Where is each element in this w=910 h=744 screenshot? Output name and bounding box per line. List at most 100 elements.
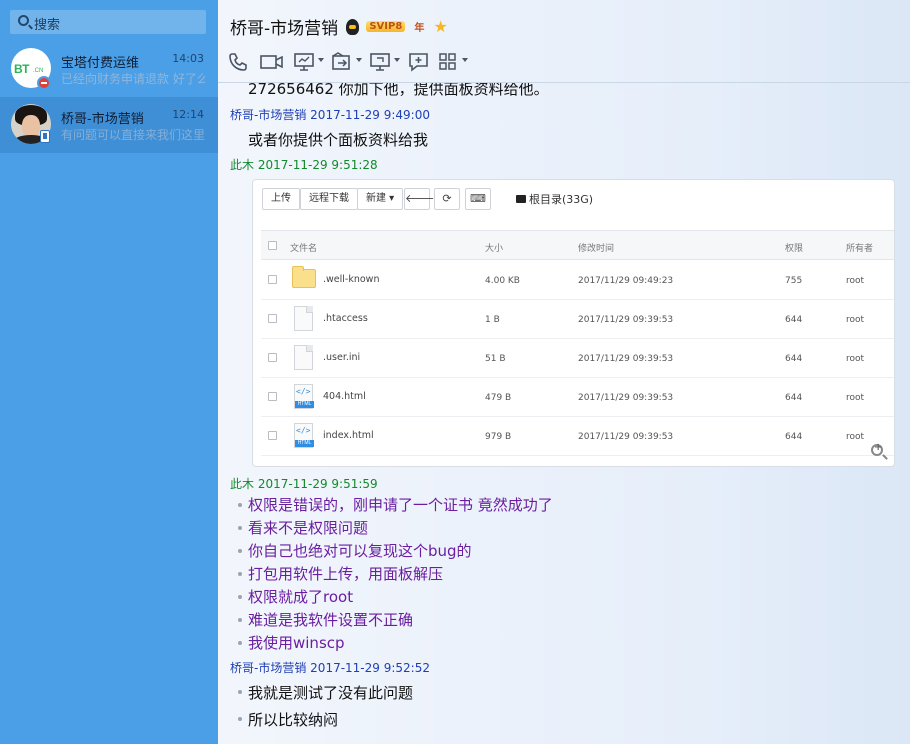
column-header: 文件名 [290, 244, 318, 254]
file-icon [294, 306, 313, 331]
add-message-icon[interactable] [408, 50, 430, 74]
star-icon: ★ [433, 17, 448, 36]
sender-name[interactable]: 此木 [230, 158, 254, 172]
screen-share-icon[interactable] [294, 50, 324, 74]
row-checkbox [268, 431, 277, 440]
back-icon: 🡐 [404, 188, 435, 210]
file-size: 979 B [485, 432, 512, 442]
file-permission: 644 [785, 432, 803, 442]
chevron-down-icon [318, 58, 324, 62]
transfer-icon[interactable] [332, 50, 362, 74]
apps-grid-icon[interactable] [438, 50, 468, 74]
mobile-online-icon [40, 130, 50, 143]
file-mtime: 2017/11/29 09:39:53 [578, 393, 674, 403]
sender-name[interactable]: 桥哥-市场营销 [230, 108, 306, 122]
message-text: 272656462 你加下他，提供面板资料给他。 [248, 82, 549, 98]
image-attachment[interactable]: 上传 远程下载 新建 ▾ 🡐 ⟳ ⌨ 根目录(33G) 文件名 大小 修改时间 … [252, 179, 895, 467]
chat-header: 桥哥-市场营销 SVIP8 年 ★ [230, 14, 448, 39]
message-text: 我使用winscp [248, 634, 345, 652]
file-size: 1 B [485, 315, 500, 325]
conversation-name: 宝塔付费运维 [61, 56, 140, 71]
message-text: 打包用软件上传，用面板解压 [248, 565, 444, 583]
message-text: 所以比较纳闷 [248, 711, 339, 729]
file-permission: 644 [785, 393, 803, 403]
file-row: </> HTML index.html 979 B 2017/11/29 09:3… [261, 417, 894, 456]
file-name: 404.html [323, 391, 366, 402]
conversation-item[interactable]: BT .CN 宝塔付费运维 14:03 已经向财务申请退款 好了么 [0, 41, 218, 97]
row-checkbox [268, 275, 277, 284]
file-owner: root [846, 315, 865, 325]
sender-name[interactable]: 此木 [230, 477, 254, 491]
file-owner: root [846, 354, 865, 364]
message-text: 我就是测试了没有此问题 [248, 684, 414, 702]
zoom-in-icon[interactable] [871, 442, 883, 456]
file-owner: root [846, 393, 865, 403]
file-name: .well-known [323, 274, 380, 285]
file-row: </> HTML 404.html 479 B 2017/11/29 09:39:… [261, 378, 894, 417]
message-text: 难道是我软件设置不正确 [248, 611, 414, 629]
select-all-checkbox [268, 241, 277, 250]
terminal-icon: ⌨ [465, 188, 491, 210]
remote-desktop-icon[interactable] [370, 50, 400, 74]
conversation-time: 14:03 [172, 52, 204, 65]
message-text: 权限是错误的，刚申请了一个证书 竟然成功了 [248, 496, 553, 514]
sidebar: 搜索 BT .CN 宝塔付费运维 14:03 已经向财务申请退款 好了么 桥哥-… [0, 0, 218, 744]
file-name: .user.ini [323, 352, 361, 363]
file-size: 479 B [485, 393, 512, 403]
file-owner: root [846, 432, 865, 442]
search-icon [18, 15, 29, 26]
disk-icon [516, 195, 526, 203]
message-header: 此木 2017-11-29 9:51:59 [230, 475, 378, 492]
message-text: 看来不是权限问题 [248, 519, 369, 537]
file-permission: 644 [785, 354, 803, 364]
search-box[interactable]: 搜索 [10, 10, 206, 34]
file-name: .htaccess [323, 313, 368, 324]
conversation-preview: 有问题可以直接来我们这里 [61, 128, 205, 142]
file-mtime: 2017/11/29 09:39:53 [578, 354, 674, 364]
conversation-item-selected[interactable]: 桥哥-市场营销 12:14 有问题可以直接来我们这里 [0, 97, 218, 153]
file-permission: 755 [785, 276, 803, 286]
qq-penguin-icon [346, 18, 360, 35]
chat-title[interactable]: 桥哥-市场营销 [230, 19, 338, 39]
message-header: 此木 2017-11-29 9:51:28 [230, 156, 378, 173]
file-permission: 644 [785, 315, 803, 325]
html-file-icon: </> HTML [294, 384, 314, 409]
column-header: 修改时间 [578, 244, 615, 254]
row-checkbox [268, 314, 277, 323]
video-icon[interactable] [260, 50, 284, 74]
muted-badge-icon [37, 76, 51, 90]
chevron-down-icon [462, 58, 468, 62]
message-text: 或者你提供个面板资料给我 [248, 131, 429, 149]
refresh-icon: ⟳ [434, 188, 460, 210]
avatar-logo-sub: .CN [33, 68, 44, 74]
file-row: .well-known 4.00 KB 2017/11/29 09:49:23 … [261, 261, 894, 300]
upload-button: 上传 [262, 188, 300, 210]
message-time: 2017-11-29 9:51:59 [257, 477, 378, 491]
file-icon [294, 345, 313, 370]
chat-window: 桥哥-市场营销 SVIP8 年 ★ 272656462 你加下他，提供面板资料给… [218, 0, 910, 744]
file-owner: root [846, 276, 865, 286]
message-text: 权限就成了root [248, 588, 354, 606]
file-mtime: 2017/11/29 09:39:53 [578, 432, 674, 442]
avatar-logo-text: BT [14, 62, 30, 76]
column-header: 所有者 [846, 244, 874, 254]
file-table-header: 文件名 大小 修改时间 权限 所有者 [261, 230, 894, 260]
file-size: 51 B [485, 354, 506, 364]
conversation-name: 桥哥-市场营销 [61, 112, 144, 127]
message-time: 2017-11-29 9:52:52 [310, 661, 430, 675]
phone-icon[interactable] [228, 50, 248, 74]
row-checkbox [268, 353, 277, 362]
file-mtime: 2017/11/29 09:39:53 [578, 315, 674, 325]
html-file-icon: </> HTML [294, 423, 314, 448]
conversation-time: 12:14 [172, 108, 204, 121]
chevron-down-icon [394, 58, 400, 62]
row-checkbox [268, 392, 277, 401]
file-size: 4.00 KB [485, 276, 520, 286]
message-text: 你自己也绝对可以复现这个bug的 [248, 542, 472, 560]
message-header: 桥哥-市场营销 2017-11-29 9:49:00 [230, 106, 430, 123]
file-name: index.html [323, 430, 374, 441]
message-list[interactable]: 272656462 你加下他，提供面板资料给他。 桥哥-市场营销 2017-11… [218, 82, 910, 744]
sender-name[interactable]: 桥哥-市场营销 [230, 661, 306, 675]
column-header: 权限 [785, 244, 804, 254]
search-placeholder: 搜索 [34, 18, 61, 33]
